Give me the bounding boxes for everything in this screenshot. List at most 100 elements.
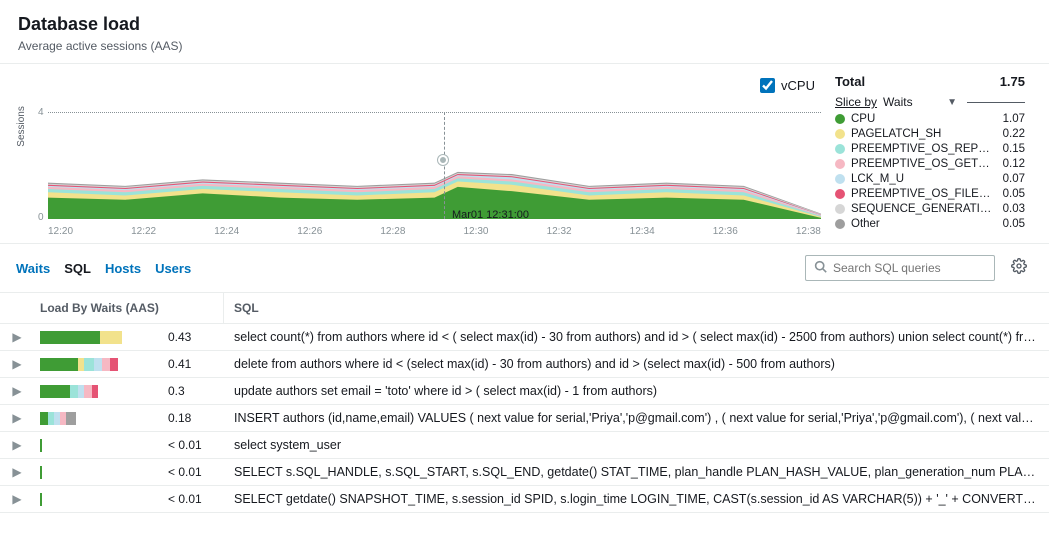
legend-name: PREEMPTIVE_OS_REPO… [851,143,997,155]
legend-swatch [835,129,845,139]
tab-hosts[interactable]: Hosts [105,261,141,276]
slice-by-label: Slice by [835,95,877,109]
x-tick: 12:32 [547,226,572,237]
chart-section: vCPU Sessions 4 0 Mar01 1 [0,64,1049,244]
legend-name: SEQUENCE_GENERATI… [851,203,997,215]
table-row: ▶ 0.3 update authors set email = 'toto' … [0,378,1049,405]
load-segment [84,385,92,398]
legend-item[interactable]: PREEMPTIVE_OS_FILE… 0.05 [835,188,1025,200]
tab-users[interactable]: Users [155,261,191,276]
expand-row-button[interactable]: ▶ [0,438,34,452]
settings-button[interactable] [1005,254,1033,282]
load-segment [94,358,102,371]
load-cell: 0.18 [34,405,224,431]
load-bar [40,493,160,506]
load-cell: < 0.01 [34,459,224,485]
load-segment [70,385,78,398]
load-value: 0.3 [168,384,185,398]
sql-text[interactable]: INSERT authors (id,name,email) VALUES ( … [224,405,1049,431]
load-segment [66,412,76,425]
vcpu-toggle-row: vCPU [14,74,825,97]
legend-value: 0.05 [1003,188,1025,200]
load-value: 0.41 [168,357,191,371]
expand-row-button[interactable]: ▶ [0,465,34,479]
load-value: < 0.01 [168,492,202,506]
legend-swatch [835,219,845,229]
legend-item[interactable]: PREEMPTIVE_OS_REPO… 0.15 [835,143,1025,155]
legend-item[interactable]: LCK_M_U 0.07 [835,173,1025,185]
aas-chart[interactable]: Sessions 4 0 Mar01 12:31:00 12:2012 [14,97,825,237]
vcpu-checkbox[interactable] [760,78,775,93]
legend-name: Other [851,218,997,230]
x-tick: 12:28 [380,226,405,237]
page-subtitle: Average active sessions (AAS) [18,39,1031,53]
gear-icon [1011,258,1027,279]
tabs: Waits SQL Hosts Users [16,261,191,276]
sql-text[interactable]: select count(*) from authors where id < … [224,324,1049,350]
legend-name: CPU [851,113,997,125]
table-row: ▶ < 0.01 select system_user [0,432,1049,459]
table-header: Load By Waits (AAS) SQL [0,293,1049,324]
search-input[interactable] [833,261,988,275]
x-tick: 12:36 [713,226,738,237]
legend-value: 0.15 [1003,143,1025,155]
legend-item[interactable]: SEQUENCE_GENERATI… 0.03 [835,203,1025,215]
legend-value: 0.05 [1003,218,1025,230]
total-label: Total [835,74,865,89]
load-segment [42,331,100,344]
chart-tooltip-label: Mar01 12:31:00 [452,209,529,221]
expand-row-button[interactable]: ▶ [0,492,34,506]
load-cell: < 0.01 [34,486,224,512]
legend-name: PAGELATCH_SH [851,128,997,140]
sql-text[interactable]: update authors set email = 'toto' where … [224,378,1049,404]
y-tick-max: 4 [38,107,44,118]
tab-waits[interactable]: Waits [16,261,50,276]
x-tick: 12:22 [131,226,156,237]
load-value: 0.43 [168,330,191,344]
legend-name: PREEMPTIVE_OS_FILE… [851,188,997,200]
legend-value: 0.12 [1003,158,1025,170]
sql-text[interactable]: SELECT s.SQL_HANDLE, s.SQL_START, s.SQL_… [224,459,1049,485]
sql-text[interactable]: select system_user [224,432,1049,458]
legend-value: 0.07 [1003,173,1025,185]
load-segment [110,358,118,371]
chart-tooltip-dot [438,155,448,165]
slice-by-row[interactable]: Slice by Waits ▼ [835,95,1025,109]
load-value: < 0.01 [168,438,202,452]
load-segment [84,358,94,371]
table-row: ▶ 0.18 INSERT authors (id,name,email) VA… [0,405,1049,432]
expand-row-button[interactable]: ▶ [0,411,34,425]
vcpu-label: vCPU [781,78,815,93]
col-header-sql[interactable]: SQL [224,293,1049,323]
x-tick: 12:38 [796,226,821,237]
search-box[interactable] [805,255,995,281]
x-tick: 12:26 [297,226,322,237]
page-title: Database load [18,14,1031,35]
legend-item[interactable]: Other 0.05 [835,218,1025,230]
total-value: 1.75 [1000,74,1025,89]
load-cell: 0.3 [34,378,224,404]
legend-item[interactable]: CPU 1.07 [835,113,1025,125]
legend-item[interactable]: PAGELATCH_SH 0.22 [835,128,1025,140]
legend-value: 0.03 [1003,203,1025,215]
expand-row-button[interactable]: ▶ [0,330,34,344]
tab-sql[interactable]: SQL [64,261,91,276]
legend-item[interactable]: PREEMPTIVE_OS_GET… 0.12 [835,158,1025,170]
expand-row-button[interactable]: ▶ [0,384,34,398]
load-value: < 0.01 [168,465,202,479]
load-cell: 0.41 [34,351,224,377]
chevron-down-icon: ▼ [947,97,957,108]
legend-value: 0.22 [1003,128,1025,140]
table-row: ▶ < 0.01 SELECT s.SQL_HANDLE, s.SQL_STAR… [0,459,1049,486]
col-header-load[interactable]: Load By Waits (AAS) [34,293,224,323]
legend-swatch [835,204,845,214]
legend-swatch [835,159,845,169]
x-axis-ticks: 12:2012:2212:2412:2612:2812:3012:3212:34… [48,226,821,237]
sql-text[interactable]: SELECT getdate() SNAPSHOT_TIME, s.sessio… [224,486,1049,512]
y-axis-label: Sessions [16,106,27,147]
expand-row-button[interactable]: ▶ [0,357,34,371]
load-bar [40,331,160,344]
sql-text[interactable]: delete from authors where id < (select m… [224,351,1049,377]
legend-swatch [835,114,845,124]
load-bar [40,466,160,479]
